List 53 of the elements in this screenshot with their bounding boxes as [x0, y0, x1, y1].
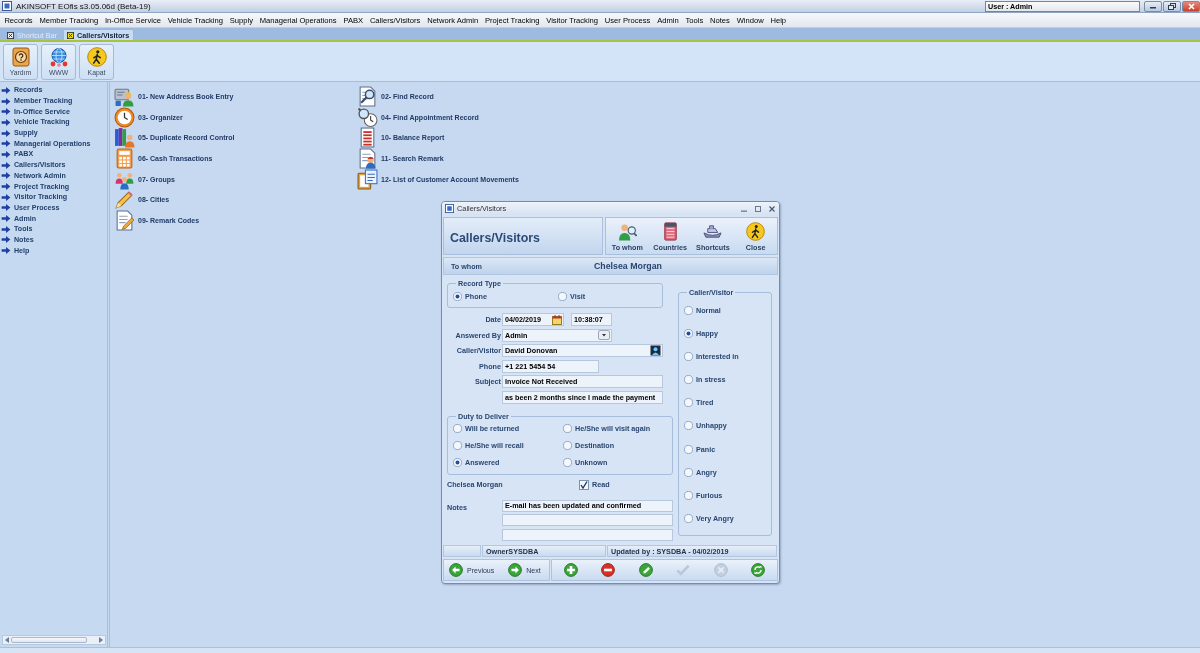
recipient-name: Chelsea Morgan: [594, 261, 662, 271]
pencil-icon: [114, 189, 135, 211]
calculator-icon: [114, 147, 135, 169]
arrow-left-icon: [449, 563, 463, 577]
close-icon: [1187, 2, 1195, 10]
document-pencil-icon: [114, 209, 135, 231]
close-icon: [66, 31, 74, 39]
restore-icon: [1168, 2, 1176, 10]
clock-search-icon: [357, 106, 378, 128]
walking-person-icon: [746, 222, 766, 241]
app-logo-icon: [445, 204, 454, 213]
action-button[interactable]: [600, 562, 617, 578]
person-search-icon: [617, 222, 637, 241]
boat-icon: [703, 222, 723, 241]
app-logo-icon: [2, 1, 12, 11]
arrow-right-icon: [508, 563, 523, 577]
document-person-icon: [357, 147, 378, 169]
action-button[interactable]: [637, 562, 654, 578]
notes-field[interactable]: [502, 528, 673, 541]
pencil-icon: [638, 563, 653, 577]
app-title: AKINSOFT EOfis s3.05.06d (Beta-19): [16, 1, 152, 11]
document-search-icon: [357, 85, 378, 107]
walking-person-icon: [86, 46, 107, 67]
calendar-icon: [552, 314, 562, 325]
close-icon: [713, 563, 728, 577]
close-icon: [769, 205, 775, 212]
status-panel: [443, 545, 481, 557]
close-button[interactable]: [768, 204, 776, 213]
notes-field[interactable]: [502, 514, 673, 526]
caret-icon: [598, 330, 610, 340]
books-person-icon: [114, 127, 135, 149]
clipboard-icon: [357, 168, 378, 190]
scrollbar[interactable]: [2, 635, 106, 645]
minimize-button[interactable]: [1144, 0, 1162, 12]
close-button[interactable]: [1182, 0, 1200, 12]
action-button[interactable]: [562, 562, 579, 578]
clock-icon: [114, 106, 135, 128]
action-button[interactable]: [750, 562, 767, 578]
arrow-left-icon: [5, 637, 9, 643]
scrollbar-thumb[interactable]: [11, 637, 87, 643]
plus-icon: [563, 563, 578, 577]
maximize-icon: [755, 205, 761, 212]
check-icon: [676, 563, 691, 577]
refresh-icon: [751, 563, 766, 577]
arrow-right-icon: [99, 637, 103, 643]
minus-icon: [601, 563, 616, 577]
help-icon: [10, 46, 31, 67]
contact-icon: [650, 345, 661, 356]
maximize-button[interactable]: [754, 204, 762, 213]
restore-button[interactable]: [1163, 0, 1181, 12]
dialog-heading: Callers/Visitors: [443, 217, 603, 255]
globe-icon: [48, 46, 69, 67]
close-icon: [7, 31, 14, 39]
